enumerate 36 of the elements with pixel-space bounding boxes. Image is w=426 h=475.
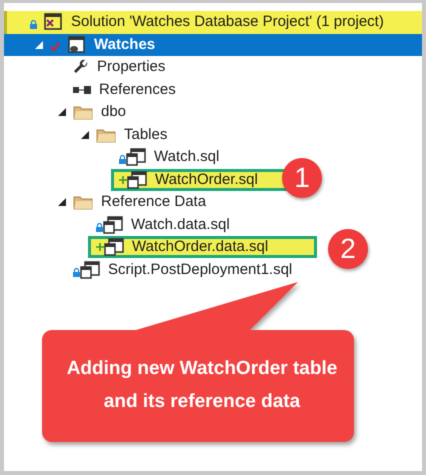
plus-icon — [119, 176, 127, 184]
lock-icon — [30, 20, 37, 30]
tree-item-label[interactable]: WatchOrder.sql — [155, 168, 258, 191]
sql-file-icon — [103, 216, 123, 234]
tree-item-label[interactable]: Watch.sql — [154, 146, 220, 168]
number-marker: 1 — [282, 158, 322, 198]
lock-icon — [73, 268, 80, 277]
tree-item-label[interactable]: Reference Data — [101, 191, 206, 214]
tree-item-label[interactable]: WatchOrder.data.sql — [132, 236, 268, 258]
sql-file-icon — [80, 260, 100, 279]
sql-file-icon — [127, 170, 147, 189]
tree-item-label[interactable]: dbo — [101, 101, 126, 124]
lock-icon — [119, 155, 126, 164]
expanded-arrow-icon[interactable] — [80, 130, 88, 139]
plus-icon — [96, 243, 104, 252]
wrench-icon — [73, 59, 89, 76]
folder-icon — [73, 104, 93, 120]
checkmark-icon — [50, 42, 60, 52]
expanded-arrow-icon[interactable] — [58, 108, 66, 116]
callout-text: Adding new WatchOrder table and its reference data — [66, 357, 338, 414]
tree-item-label[interactable]: Script.PostDeployment1.sql — [108, 258, 292, 281]
selected-row[interactable]: Watches — [4, 34, 422, 56]
sql-file-icon — [126, 148, 146, 166]
references-icon — [73, 84, 91, 95]
tree-item-label[interactable]: References — [99, 78, 176, 101]
folder-icon — [73, 194, 93, 210]
lock-icon — [96, 222, 103, 232]
tree-item-label[interactable]: Tables — [124, 124, 168, 146]
expanded-arrow-icon[interactable] — [58, 198, 66, 206]
solution-label[interactable]: Solution 'Watches Database Project' (1 project) — [71, 11, 384, 34]
sql-file-icon — [104, 238, 124, 256]
tree-item-label[interactable]: Properties — [97, 56, 166, 78]
tree-item-label[interactable]: Watch.data.sql — [131, 214, 230, 236]
tree-item-label[interactable]: Watches — [94, 34, 156, 56]
number-marker: 2 — [328, 229, 368, 269]
folder-icon — [96, 126, 116, 143]
